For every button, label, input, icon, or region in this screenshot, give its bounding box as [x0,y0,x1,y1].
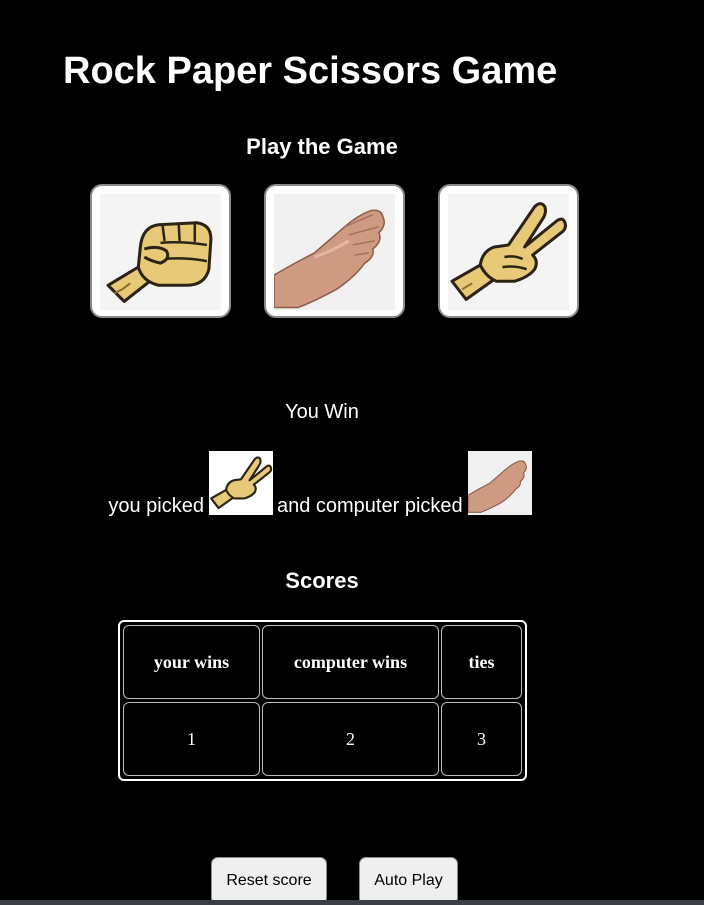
auto-play-button[interactable]: Auto Play [359,857,458,905]
scissors-hand-icon [448,194,569,310]
result-text: You Win [285,401,359,423]
rock-fist-icon [100,194,221,310]
scores-heading: Scores [285,568,359,593]
paper-hand-icon [274,194,395,310]
your-wins-value: 1 [123,702,260,776]
reset-score-button[interactable]: Reset score [211,857,327,905]
ties-value: 3 [441,702,522,776]
paper-button[interactable] [264,184,405,318]
scissors-hand-icon [208,451,273,515]
header-your-wins: your wins [123,625,260,699]
bottom-divider [0,900,704,905]
computer-picked-label: and computer picked [276,495,463,517]
scores-table: your wins computer wins ties 1 2 3 [118,620,527,781]
scissors-button[interactable] [438,184,579,318]
header-computer-wins: computer wins [262,625,439,699]
rock-button[interactable] [90,184,231,318]
header-ties: ties [441,625,522,699]
picked-moves-line: you picked and computer picked [0,450,644,516]
page-title: Rock Paper Scissors Game [63,50,558,92]
play-the-game-heading: Play the Game [246,134,398,159]
computer-wins-value: 2 [262,702,439,776]
paper-hand-icon [467,451,532,515]
you-picked-label: you picked [108,495,204,517]
